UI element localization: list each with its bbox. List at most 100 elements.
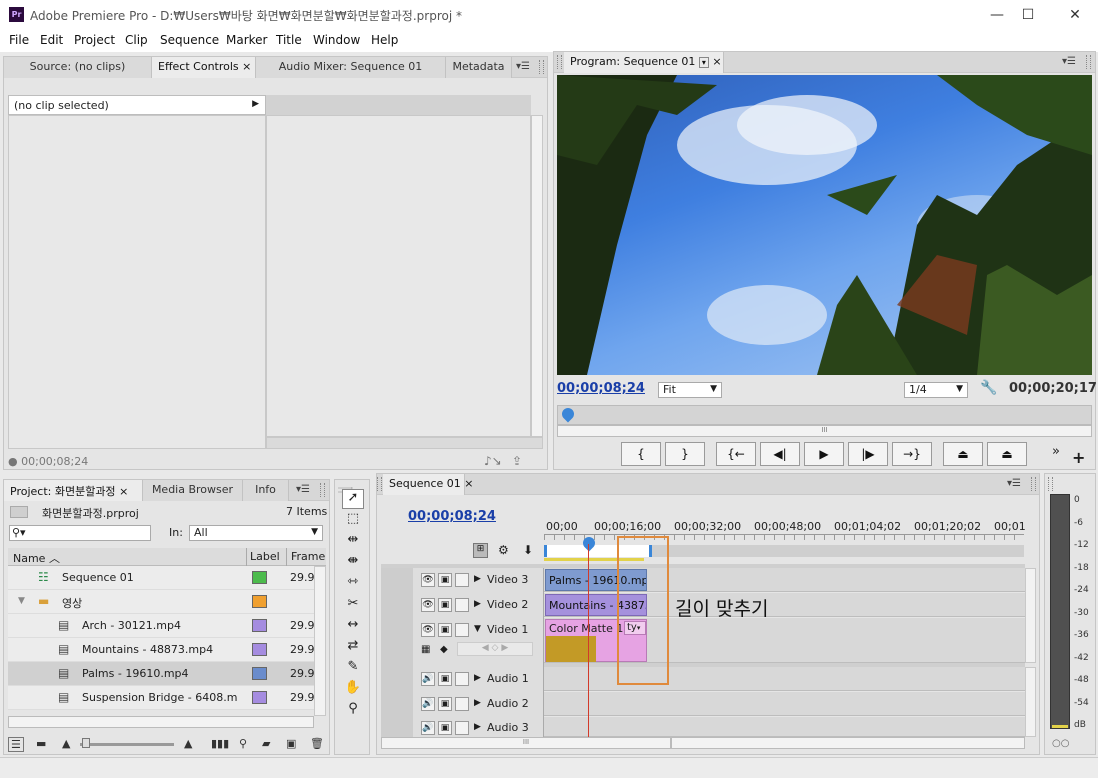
eye-icon[interactable]: 👁: [421, 623, 435, 637]
export-icon[interactable]: ⇪: [512, 454, 522, 468]
expand-track-icon[interactable]: ▶: [474, 574, 481, 584]
menu-help[interactable]: Help: [371, 33, 398, 47]
sync-lock-icon[interactable]: ▣: [438, 721, 452, 735]
label-color-swatch[interactable]: [252, 691, 267, 704]
lock-track-icon[interactable]: [455, 697, 469, 711]
pen-tool-icon[interactable]: ✎: [342, 659, 364, 679]
lock-track-icon[interactable]: [455, 573, 469, 587]
lock-track-icon[interactable]: [455, 623, 469, 637]
label-color-swatch[interactable]: [252, 643, 267, 656]
list-view-icon[interactable]: ☰: [8, 737, 24, 752]
automate-icon[interactable]: ▮▮▮: [211, 737, 229, 750]
label-color-swatch[interactable]: [252, 571, 267, 584]
label-color-swatch[interactable]: [252, 595, 267, 608]
tab-source[interactable]: Source: (no clips): [4, 57, 152, 78]
project-list-item[interactable]: ☷ Sequence 01 29.9: [8, 566, 314, 590]
tab-audio-mixer[interactable]: Audio Mixer: Sequence 01: [256, 57, 446, 78]
folder-toggle-icon[interactable]: ▼: [18, 596, 25, 606]
menu-window[interactable]: Window: [313, 33, 360, 47]
project-search-input[interactable]: ⚲▾: [9, 525, 151, 541]
step-forward-button[interactable]: |▶: [848, 442, 888, 466]
effect-horizontal-scrollbar[interactable]: [266, 437, 543, 449]
project-list-item[interactable]: ▤ Arch - 30121.mp4 29.9: [8, 614, 314, 638]
tab-effect-controls[interactable]: Effect Controls ×: [152, 57, 256, 78]
timeline-header-scrollbar[interactable]: III: [381, 737, 671, 749]
rate-stretch-tool-icon[interactable]: ⇿: [342, 574, 364, 594]
razor-tool-icon[interactable]: ✂: [342, 596, 364, 616]
go-to-out-button[interactable]: →}: [892, 442, 932, 466]
zoom-tool-icon[interactable]: ⚲: [342, 701, 364, 721]
new-bin-icon[interactable]: ▰: [262, 737, 270, 750]
project-list-item[interactable]: ▼ ▬ 영상: [8, 590, 314, 614]
sync-lock-icon[interactable]: ▣: [438, 573, 452, 587]
rolling-edit-tool-icon[interactable]: ⇼: [342, 553, 364, 573]
column-divider[interactable]: [246, 548, 247, 566]
zoom-large-icon[interactable]: ▲: [184, 737, 192, 750]
label-color-swatch[interactable]: [252, 619, 267, 632]
timeline-current-timecode[interactable]: 00;00;08;24: [408, 509, 496, 524]
panel-grip-icon[interactable]: [377, 477, 382, 491]
close-tab-icon[interactable]: ×: [119, 485, 128, 498]
new-item-icon[interactable]: ▣: [286, 737, 296, 750]
panel-grip-icon[interactable]: [1048, 477, 1053, 491]
sync-lock-icon[interactable]: ▣: [438, 598, 452, 612]
playhead-marker-icon[interactable]: [559, 405, 577, 423]
icon-view-icon[interactable]: ▬: [36, 737, 46, 750]
close-tab-icon[interactable]: ×: [464, 477, 473, 490]
tab-media-browser[interactable]: Media Browser: [143, 480, 243, 501]
mark-out-button[interactable]: }: [665, 442, 705, 466]
tab-project[interactable]: Project: 화면분할과정 ×: [4, 480, 143, 501]
snap-icon[interactable]: ⊞: [473, 543, 488, 558]
audio-scrub-icon[interactable]: ♪↘: [484, 454, 502, 468]
column-label[interactable]: Label: [250, 550, 280, 563]
tab-sequence[interactable]: Sequence 01 ×: [383, 474, 473, 495]
close-window-button[interactable]: ✕: [1060, 4, 1090, 26]
sync-lock-icon[interactable]: ▣: [438, 697, 452, 711]
ripple-edit-tool-icon[interactable]: ⇹: [342, 532, 364, 552]
sync-lock-icon[interactable]: ▣: [438, 623, 452, 637]
expand-track-icon[interactable]: ▶: [474, 599, 481, 609]
program-dropdown-icon[interactable]: ▾: [698, 57, 709, 68]
wrench-icon[interactable]: 🔧: [980, 380, 997, 396]
marker-icon[interactable]: ⚙: [498, 543, 509, 557]
panel-menu-icon[interactable]: ▾☰: [516, 61, 530, 72]
timeline-horizontal-scrollbar[interactable]: [671, 737, 1025, 749]
zoom-slider[interactable]: [80, 743, 174, 746]
track-name-audio-1[interactable]: Audio 1: [487, 672, 529, 685]
solo-buttons-icon[interactable]: ○○: [1052, 738, 1069, 749]
slide-tool-icon[interactable]: ⇄: [342, 638, 364, 658]
column-name[interactable]: Name ︿: [13, 550, 60, 566]
panel-grip-icon[interactable]: [539, 60, 544, 74]
lift-button[interactable]: ⏏: [943, 442, 983, 466]
effect-vertical-scrollbar[interactable]: [531, 115, 543, 437]
video-vertical-scrollbar[interactable]: [1025, 568, 1036, 663]
hand-tool-icon[interactable]: ✋: [342, 680, 364, 700]
extract-button[interactable]: ⏏: [987, 442, 1027, 466]
project-list-item[interactable]: ▤ Palms - 19610.mp4 29.9: [8, 662, 314, 686]
tab-program[interactable]: Program: Sequence 01 ▾ ×: [564, 52, 724, 73]
panel-grip-icon[interactable]: [557, 55, 562, 69]
expand-arrow-icon[interactable]: ▶: [252, 99, 259, 109]
keyframe-navigator[interactable]: ◀ ◇ ▶: [457, 642, 533, 656]
project-list-item[interactable]: ▤ Suspension Bridge - 6408.mp4 29.9: [8, 686, 314, 710]
zoom-slider-handle[interactable]: [82, 738, 90, 748]
expand-track-icon[interactable]: ▶: [474, 698, 481, 708]
menu-edit[interactable]: Edit: [40, 33, 63, 47]
menu-title[interactable]: Title: [276, 33, 302, 47]
menu-clip[interactable]: Clip: [125, 33, 148, 47]
tab-info[interactable]: Info: [243, 480, 289, 501]
lock-track-icon[interactable]: [455, 721, 469, 735]
panel-grip-icon[interactable]: [1086, 55, 1091, 69]
display-style-icon[interactable]: ▦: [421, 644, 430, 655]
column-divider[interactable]: [286, 548, 287, 566]
panel-menu-icon[interactable]: ▾☰: [1062, 56, 1076, 67]
project-horizontal-scrollbar[interactable]: [8, 716, 314, 728]
expand-track-icon[interactable]: ▶: [474, 722, 481, 732]
panel-grip-icon[interactable]: [320, 483, 325, 497]
slip-tool-icon[interactable]: ↔: [342, 617, 364, 637]
track-name-video-3[interactable]: Video 3: [487, 573, 528, 586]
close-tab-icon[interactable]: ×: [712, 55, 721, 68]
track-name-audio-3[interactable]: Audio 3: [487, 721, 529, 734]
in-select[interactable]: All ▼: [189, 525, 323, 541]
sync-lock-icon[interactable]: ▣: [438, 672, 452, 686]
